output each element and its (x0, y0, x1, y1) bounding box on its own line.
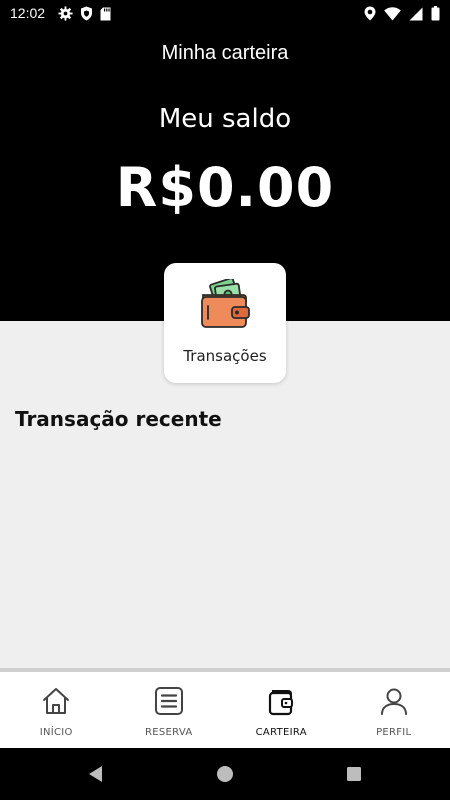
nav-item-inicio[interactable]: INÍCIO (0, 672, 113, 748)
battery-icon (431, 6, 440, 21)
status-bar: 12:02 (0, 0, 450, 28)
sd-card-icon (100, 7, 111, 20)
location-icon (364, 6, 376, 21)
nav-item-perfil[interactable]: PERFIL (338, 672, 450, 748)
recent-transactions-title: Transação recente (15, 407, 222, 431)
nav-item-reserva[interactable]: RESERVA (113, 672, 226, 748)
nav-label-reserva: RESERVA (145, 727, 193, 738)
person-icon (380, 688, 407, 715)
page-title: Minha carteira (161, 42, 289, 64)
system-navigation-bar (0, 748, 450, 800)
balance-label: Meu saldo (158, 104, 292, 134)
transactions-label: Transações (183, 347, 267, 365)
wallet-icon (269, 690, 294, 716)
status-left-icons (58, 6, 111, 21)
settings-icon (58, 6, 73, 21)
home-icon (43, 688, 70, 714)
shield-icon (81, 6, 92, 21)
balance-value: R$0.00 (115, 156, 335, 219)
bottom-navigation: INÍCIO RESERVA CARTEIRA PERFIL (0, 672, 450, 748)
nav-label-perfil: PERFIL (376, 727, 412, 738)
nav-label-carteira: CARTEIRA (255, 727, 307, 738)
signal-icon (409, 7, 423, 20)
nav-label-inicio: INÍCIO (39, 727, 73, 738)
status-time: 12:02 (10, 5, 46, 21)
back-icon[interactable] (86, 764, 104, 784)
list-icon (154, 687, 183, 715)
transactions-button[interactable]: Transações (164, 263, 286, 383)
home-circle-icon[interactable] (216, 765, 234, 783)
wallet-icon (201, 279, 250, 328)
recents-icon[interactable] (346, 766, 362, 782)
wifi-icon (384, 6, 401, 20)
nav-item-carteira[interactable]: CARTEIRA (225, 672, 338, 748)
status-right-icons (364, 6, 440, 21)
